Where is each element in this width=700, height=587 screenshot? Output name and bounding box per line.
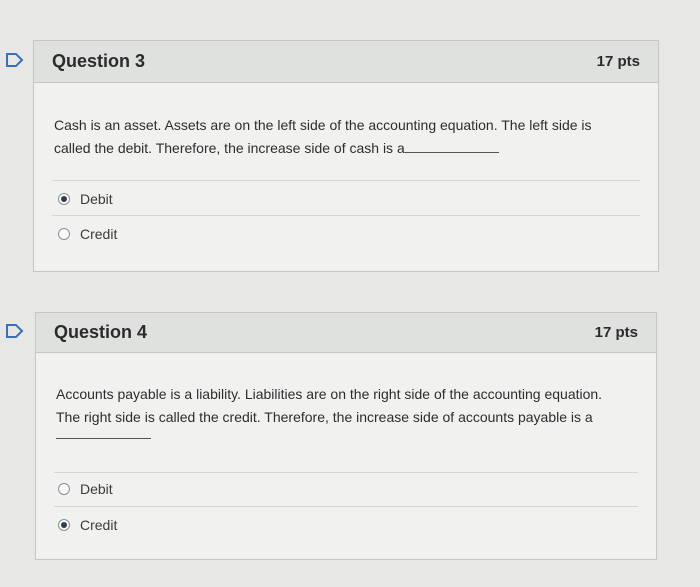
radio-button[interactable]	[58, 519, 70, 531]
question-points: 17 pts	[596, 53, 640, 70]
question-title: Question 4	[54, 322, 148, 342]
divider	[54, 472, 638, 473]
answer-blank	[404, 140, 499, 153]
question-4-header: Question 4 17 pts	[36, 313, 656, 353]
question-4-card: Question 4 17 pts Accounts payable is a …	[35, 312, 657, 560]
divider	[54, 506, 638, 507]
answer-option-debit[interactable]: Debit	[58, 479, 656, 499]
answer-label: Debit	[80, 191, 113, 207]
radio-button[interactable]	[58, 228, 70, 240]
question-text: Cash is an asset. Assets are on the left…	[54, 117, 592, 156]
answer-label: Debit	[80, 481, 113, 497]
answer-blank	[56, 437, 151, 439]
divider	[52, 180, 640, 181]
question-3-header: Question 3 17 pts	[34, 41, 658, 83]
divider	[52, 215, 640, 216]
question-points: 17 pts	[594, 324, 638, 341]
answer-option-credit[interactable]: Credit	[58, 224, 658, 244]
flag-question-icon[interactable]	[6, 53, 24, 67]
question-3-card: Question 3 17 pts Cash is an asset. Asse…	[33, 40, 659, 272]
answer-option-credit[interactable]: Credit	[58, 515, 656, 535]
answer-option-debit[interactable]: Debit	[58, 189, 658, 209]
radio-button[interactable]	[58, 193, 70, 205]
answer-label: Credit	[80, 517, 118, 533]
radio-button[interactable]	[58, 483, 70, 495]
flag-question-icon[interactable]	[6, 324, 24, 338]
question-text: Accounts payable is a liability. Liabili…	[56, 383, 646, 439]
question-title: Question 3	[52, 51, 146, 71]
answer-label: Credit	[80, 226, 118, 242]
